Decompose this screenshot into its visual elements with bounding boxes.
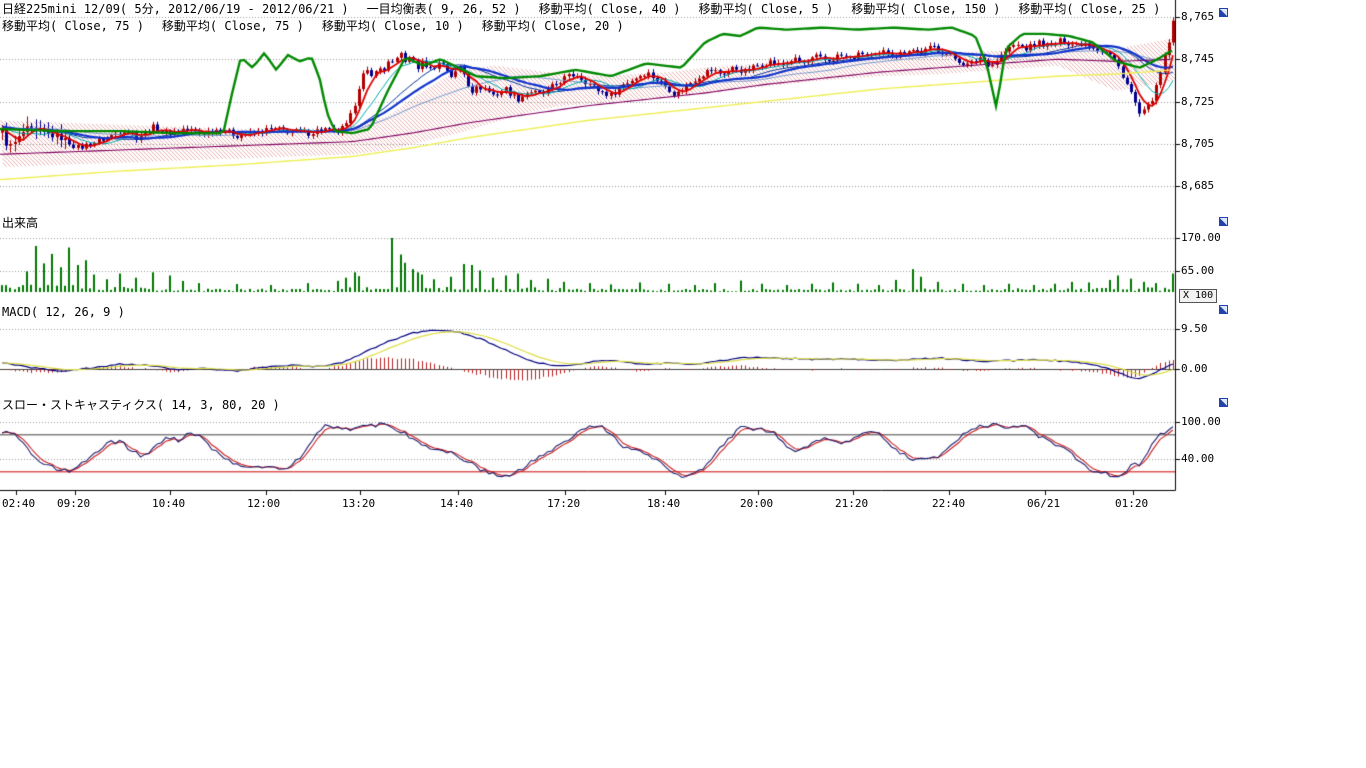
time-axis-label: 17:20	[547, 497, 580, 510]
macd-axis-label: 9.50	[1181, 322, 1208, 335]
stoch-panel-label: スロー・ストキャスティクス( 14, 3, 80, 20 )	[2, 399, 280, 412]
price-axis-label: 8,745	[1181, 52, 1214, 65]
price-axis-label: 8,685	[1181, 179, 1214, 192]
time-axis-label: 20:00	[740, 497, 773, 510]
time-axis-label: 22:40	[932, 497, 965, 510]
ma10-label: 移動平均( Close, 10 )	[322, 19, 464, 33]
volume-axis-label: 65.00	[1181, 264, 1214, 277]
chart-canvas[interactable]	[0, 0, 1240, 520]
volume-panel-label: 出来高	[2, 217, 38, 230]
ma25-label: 移動平均( Close, 25 )	[1018, 2, 1160, 16]
macd-panel-expand-handle[interactable]	[1219, 305, 1228, 314]
price-axis-label: 8,765	[1181, 10, 1214, 23]
time-axis-label: 01:20	[1115, 497, 1148, 510]
price-panel-expand-handle[interactable]	[1219, 8, 1228, 17]
price-axis-label: 8,725	[1181, 95, 1214, 108]
ma40-label: 移動平均( Close, 40 )	[539, 2, 681, 16]
symbol-title-label: 日経225mini 12/09( 5分, 2012/06/19 - 2012/0…	[2, 2, 349, 16]
ma20-label: 移動平均( Close, 20 )	[482, 19, 624, 33]
ma150-label: 移動平均( Close, 150 )	[851, 2, 1000, 16]
volume-axis-label: 170.00	[1181, 231, 1221, 244]
stoch-panel-expand-handle[interactable]	[1219, 398, 1228, 407]
time-axis-label: 06/21	[1027, 497, 1060, 510]
stoch-axis-label: 40.00	[1181, 452, 1214, 465]
macd-panel-label: MACD( 12, 26, 9 )	[2, 306, 125, 319]
chart-window: 日経225mini 12/09( 5分, 2012/06/19 - 2012/0…	[0, 0, 1366, 768]
time-axis-label: 14:40	[440, 497, 473, 510]
time-axis-label: 10:40	[152, 497, 185, 510]
price-axis-label: 8,705	[1181, 137, 1214, 150]
time-axis-label: 18:40	[647, 497, 680, 510]
time-axis-label: 21:20	[835, 497, 868, 510]
time-axis-label: 09:20	[57, 497, 90, 510]
ichimoku-label: 一目均衡表( 9, 26, 52 )	[367, 2, 521, 16]
stoch-axis-label: 100.00	[1181, 415, 1221, 428]
indicator-header-row2: 移動平均( Close, 75 ) 移動平均( Close, 75 ) 移動平均…	[2, 19, 624, 33]
macd-axis-label: 0.00	[1181, 362, 1208, 375]
volume-panel-expand-handle[interactable]	[1219, 217, 1228, 226]
ma5-label: 移動平均( Close, 5 )	[699, 2, 834, 16]
ma75-label: 移動平均( Close, 75 )	[2, 19, 144, 33]
ma75b-label: 移動平均( Close, 75 )	[162, 19, 304, 33]
time-axis-label: 13:20	[342, 497, 375, 510]
volume-multiplier[interactable]: X 100	[1179, 289, 1217, 303]
time-axis-label: 02:40	[2, 497, 35, 510]
time-axis-label: 12:00	[247, 497, 280, 510]
indicator-header-row1: 日経225mini 12/09( 5分, 2012/06/19 - 2012/0…	[2, 2, 1160, 16]
